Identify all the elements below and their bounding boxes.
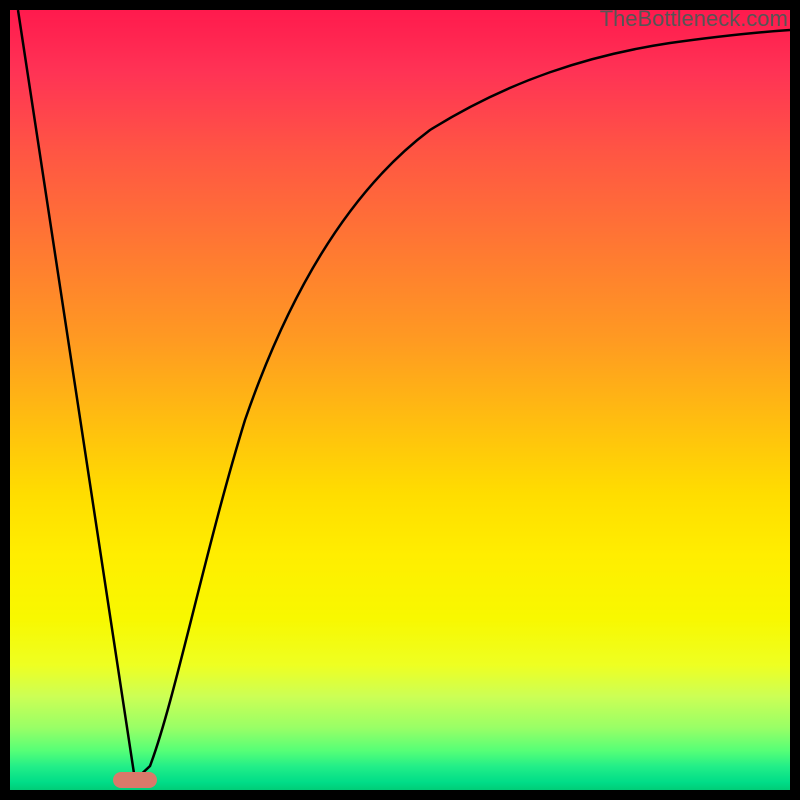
watermark-text: TheBottleneck.com <box>600 6 788 32</box>
plot-gradient-background <box>10 10 790 790</box>
bottleneck-curve-path <box>18 10 790 780</box>
optimal-point-marker <box>113 772 157 788</box>
curve-svg <box>10 10 790 790</box>
